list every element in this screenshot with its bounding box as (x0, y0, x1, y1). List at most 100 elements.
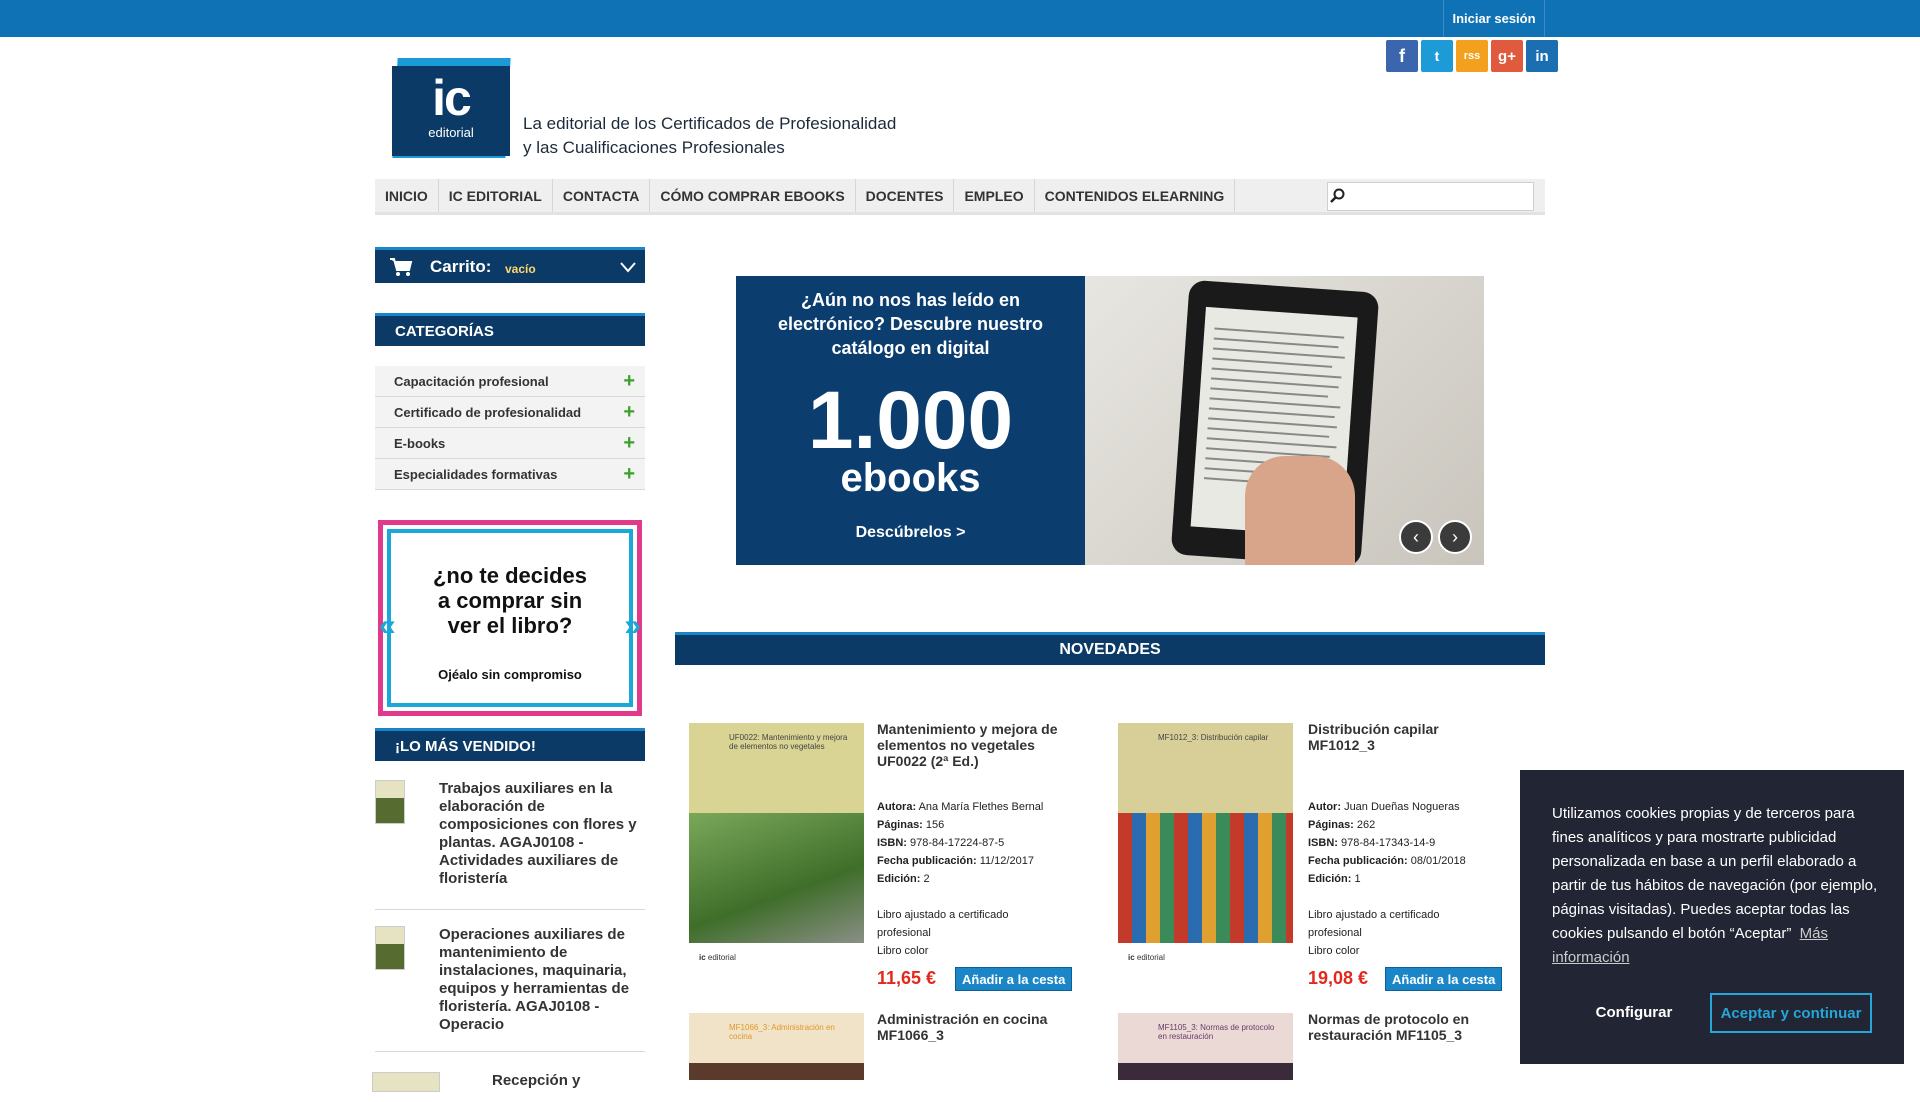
author: Juan Dueñas Nogueras (1344, 801, 1460, 813)
plus-icon[interactable]: + (623, 370, 635, 393)
book-note: Libro ajustado a certificado profesional (877, 909, 1009, 939)
cart-icon (390, 258, 413, 276)
promo-line-3: ver el libro? (447, 613, 573, 638)
author: Ana María Flethes Bernal (918, 801, 1044, 813)
promo-line-2: a comprar sin (437, 588, 583, 613)
bestsellers-heading: ¡LO MÁS VENDIDO! (375, 728, 645, 761)
category-label: Certificado de profesionalidad (394, 404, 582, 420)
book-price: 19,08 € (1308, 968, 1369, 988)
plus-icon[interactable]: + (623, 463, 635, 486)
edition: 2 (923, 873, 930, 885)
plus-icon[interactable]: + (623, 432, 635, 455)
category-certificado[interactable]: Certificado de profesionalidad + (375, 397, 645, 428)
cover-title: MF1012_3: Distribución capilar (1158, 733, 1269, 742)
isbn-label: ISBN: (877, 837, 907, 849)
top-bar: Iniciar sesión (0, 0, 1920, 37)
nav-contacta[interactable]: CONTACTA (553, 179, 651, 212)
cookie-message: Utilizamos cookies propias y de terceros… (1552, 802, 1882, 970)
isbn-label: ISBN: (1308, 837, 1338, 849)
book-thumbnail[interactable] (372, 1072, 440, 1092)
pages: 262 (1356, 819, 1376, 831)
book-cover[interactable]: MF1012_3: Distribución capilar ic editor… (1118, 723, 1293, 973)
cover-footer: ic editorial (1118, 943, 1293, 973)
cover-photo (689, 813, 864, 943)
book-note-color: Libro color (1308, 945, 1360, 957)
cookie-text: Utilizamos cookies propias y de terceros… (1552, 805, 1878, 942)
date: 11/12/2017 (979, 855, 1034, 867)
book-title[interactable]: Administración en cocina MF1066_3 (877, 1011, 1077, 1043)
login-link[interactable]: Iniciar sesión (1443, 0, 1545, 37)
nav-contenidos-elearning[interactable]: CONTENIDOS ELEARNING (1035, 179, 1236, 212)
edition-label: Edición: (877, 873, 921, 885)
nav-empleo[interactable]: EMPLEO (954, 179, 1035, 212)
promo-banner[interactable]: ¿no te decides a comprar sin ver el libr… (378, 520, 642, 716)
bestseller-item[interactable]: Trabajos auxiliares en la elaboración de… (375, 780, 645, 910)
cart-bar[interactable]: Carrito: vacío (375, 247, 645, 283)
nav-ic-editorial[interactable]: IC EDITORIAL (439, 179, 553, 212)
cover-photo (1118, 813, 1293, 943)
book-thumbnail[interactable] (375, 926, 405, 970)
book-meta: Autora: Ana María Flethes Bernal Páginas… (877, 798, 1087, 888)
category-capacitacion[interactable]: Capacitación profesional + (375, 366, 645, 397)
bestseller-title[interactable]: Recepción y (492, 1072, 642, 1090)
book-title[interactable]: Mantenimiento y mejora de elementos no v… (877, 721, 1077, 769)
search-input[interactable] (1348, 184, 1528, 208)
nav-docentes[interactable]: DOCENTES (856, 179, 955, 212)
category-especialidades[interactable]: Especialidades formativas + (375, 459, 645, 490)
category-label: E-books (394, 435, 446, 451)
nav-como-comprar-ebooks[interactable]: CÓMO COMPRAR EBOOKS (650, 179, 856, 212)
add-to-cart-button[interactable]: Añadir a la cesta (955, 967, 1073, 991)
add-to-cart-button[interactable]: Añadir a la cesta (1385, 967, 1503, 991)
author-label: Autora: (877, 801, 917, 813)
bestseller-item[interactable]: Recepción y (372, 1072, 645, 1102)
logo[interactable]: ic editorial (392, 66, 510, 156)
hand-image (1245, 456, 1355, 565)
twitter-icon[interactable]: t (1421, 40, 1453, 72)
banner-unit: ebooks (840, 456, 981, 500)
isbn: 978-84-17343-14-9 (1341, 837, 1436, 849)
cookie-accept-button[interactable]: Aceptar y continuar (1710, 993, 1872, 1033)
book-note-color: Libro color (877, 945, 929, 957)
bestseller-title[interactable]: Operaciones auxiliares de mantenimiento … (439, 926, 639, 1034)
cookie-banner: Utilizamos cookies propias y de terceros… (1520, 770, 1904, 1064)
book-title[interactable]: Distribución capilar MF1012_3 (1308, 721, 1488, 753)
slider-prev-button[interactable]: ‹ (1399, 520, 1433, 554)
promo-cta: Ojéalo sin compromiso (438, 667, 582, 682)
category-ebooks[interactable]: E-books + (375, 428, 645, 459)
promo-question: ¿no te decides a comprar sin ver el libr… (383, 563, 637, 638)
logo-subtext: editorial (428, 125, 474, 140)
book-thumbnail[interactable] (375, 780, 405, 824)
book-cover[interactable]: UF0022: Mantenimiento y mejora de elemen… (689, 723, 864, 973)
banner-number: 1.000 (807, 375, 1014, 466)
cart-status: vacío (505, 262, 536, 276)
pages: 156 (925, 819, 945, 831)
cart-label: Carrito: (430, 257, 492, 276)
book-cover[interactable]: MF1066_3: Administración en cocina (689, 1013, 864, 1080)
date: 08/01/2018 (1410, 855, 1466, 867)
chevron-left-icon: « (379, 609, 396, 642)
logo-mark: ic (432, 70, 472, 126)
cookie-configure-button[interactable]: Configurar (1554, 993, 1714, 1031)
edition: 1 (1354, 873, 1361, 885)
slider-next-button[interactable]: › (1438, 520, 1472, 554)
chevron-right-icon: » (624, 609, 641, 642)
date-label: Fecha publicación: (877, 855, 977, 867)
categories-heading: CATEGORÍAS (375, 313, 645, 346)
bestseller-item[interactable]: Operaciones auxiliares de mantenimiento … (375, 926, 645, 1052)
nav-inicio[interactable]: INICIO (375, 179, 439, 212)
hero-banner[interactable]: ¿Aún no nos has leído en electrónico? De… (736, 276, 1484, 565)
facebook-icon[interactable]: f (1386, 40, 1418, 72)
plus-icon[interactable]: + (623, 401, 635, 424)
book-title[interactable]: Normas de protocolo en restauración MF11… (1308, 1011, 1488, 1043)
category-label: Capacitación profesional (394, 373, 549, 389)
book-cover[interactable]: MF1105_3: Normas de protocolo en restaur… (1118, 1013, 1293, 1080)
bestseller-title[interactable]: Trabajos auxiliares en la elaboración de… (439, 780, 639, 888)
search-icon[interactable] (1330, 188, 1346, 204)
google-plus-icon[interactable]: g+ (1491, 40, 1523, 72)
cover-title: MF1066_3: Administración en cocina (729, 1023, 835, 1041)
banner-cta[interactable]: Descúbrelos > (736, 524, 1085, 542)
chevron-down-icon[interactable] (620, 261, 636, 273)
linkedin-icon[interactable]: in (1526, 40, 1558, 72)
rss-icon[interactable]: rss (1456, 40, 1488, 72)
pages-label: Páginas: (877, 819, 923, 831)
